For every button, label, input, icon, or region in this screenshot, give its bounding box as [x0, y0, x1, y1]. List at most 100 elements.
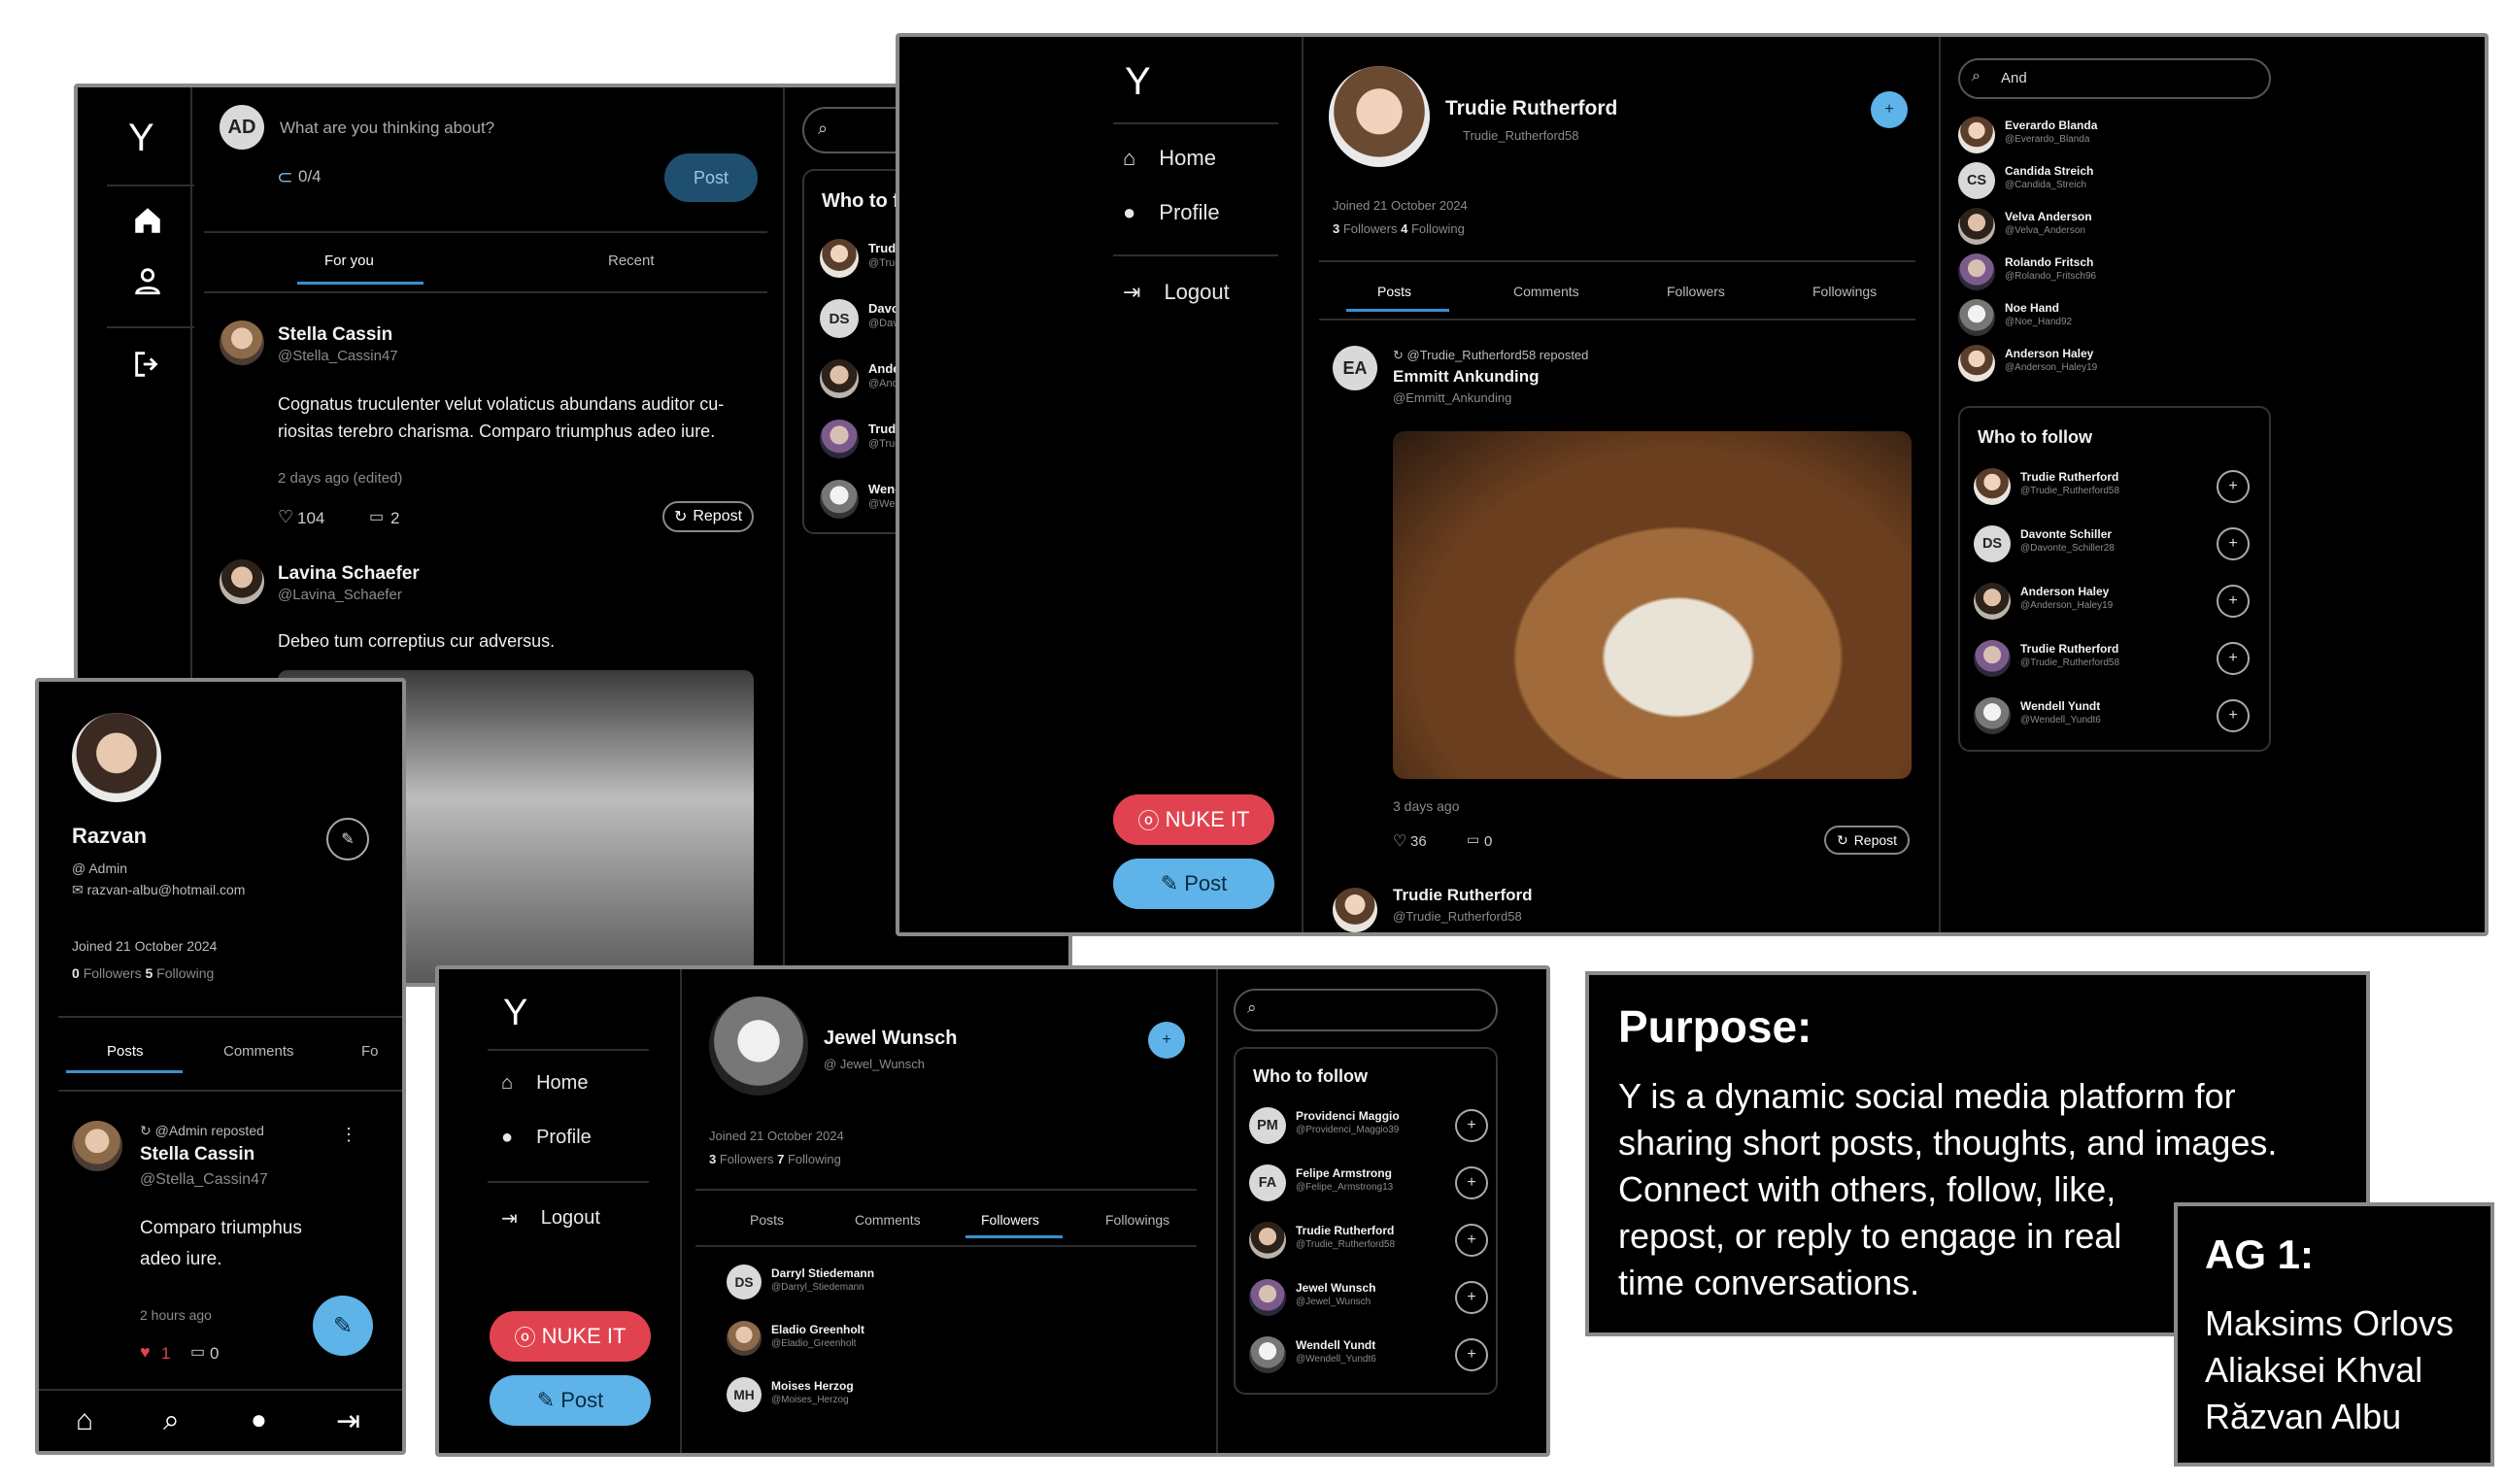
avatar[interactable]: DS — [727, 1265, 762, 1299]
composer-post-button[interactable]: Post — [664, 153, 758, 202]
follow-user-button[interactable]: + — [1455, 1166, 1488, 1199]
user-name[interactable]: Velva Anderson — [2005, 210, 2092, 223]
home-icon[interactable] — [131, 204, 164, 237]
nuke-button[interactable]: ⓞ NUKE IT — [1113, 794, 1274, 845]
user-name[interactable]: Jewel Wunsch — [1296, 1281, 1375, 1295]
post-options-icon[interactable]: ⋮ — [340, 1125, 357, 1145]
tab-posts[interactable]: Posts — [1377, 284, 1411, 299]
tab-followers[interactable]: Followers — [1667, 284, 1725, 299]
post-button[interactable]: ✎ Post — [490, 1375, 651, 1426]
logout-icon[interactable]: ⇥ — [336, 1404, 360, 1438]
comment-icon[interactable]: ▭ — [190, 1342, 205, 1362]
avatar[interactable] — [1958, 299, 1995, 336]
avatar[interactable] — [1974, 697, 2011, 734]
repost-button[interactable]: ↻ Repost — [1824, 826, 1910, 855]
app-logo[interactable]: Y — [503, 993, 527, 1034]
nav-logout[interactable]: ⇥ Logout — [1123, 280, 1230, 305]
post-avatar[interactable]: EA — [1333, 346, 1377, 390]
user-name[interactable]: Moises Herzog — [771, 1379, 854, 1393]
tab-recent[interactable]: Recent — [608, 253, 655, 269]
profile-icon[interactable] — [131, 264, 164, 297]
user-name[interactable]: Rolando Fritsch — [2005, 255, 2093, 269]
add-user-button[interactable]: + — [1148, 1022, 1185, 1059]
avatar[interactable]: PM — [1249, 1107, 1286, 1144]
tab-followings[interactable]: Followings — [1812, 284, 1877, 299]
edit-profile-button[interactable]: ✎ — [326, 818, 369, 860]
post-author[interactable]: Stella Cassin — [278, 324, 392, 346]
nav-profile[interactable]: ● Profile — [501, 1127, 592, 1149]
follow-user-button[interactable]: + — [2217, 642, 2250, 675]
tab-followings[interactable]: Followings — [1105, 1212, 1169, 1228]
like-icon[interactable]: ♡ — [278, 507, 293, 527]
avatar[interactable] — [1974, 583, 2011, 620]
avatar[interactable] — [1958, 208, 1995, 245]
app-logo[interactable]: Y — [128, 117, 154, 160]
search-input[interactable] — [1234, 989, 1498, 1031]
profile-icon[interactable]: ● — [251, 1404, 267, 1435]
tab-comments[interactable]: Comments — [1513, 284, 1579, 299]
avatar[interactable] — [820, 239, 859, 278]
nav-logout[interactable]: ⇥ Logout — [501, 1206, 600, 1231]
follow-user-button[interactable]: + — [2217, 470, 2250, 503]
avatar[interactable] — [1974, 468, 2011, 505]
avatar[interactable] — [1958, 117, 1995, 153]
avatar[interactable] — [220, 320, 264, 365]
post-image[interactable] — [1393, 431, 1912, 779]
avatar[interactable]: MH — [727, 1377, 762, 1412]
user-name[interactable]: Everardo Blanda — [2005, 118, 2097, 132]
post-author[interactable]: Emmitt Ankunding — [1393, 367, 1539, 387]
follow-user-button[interactable]: + — [1455, 1281, 1488, 1314]
post-author[interactable]: Stella Cassin — [140, 1144, 254, 1165]
tab-followers[interactable]: Followers — [981, 1212, 1039, 1228]
user-name[interactable]: Darryl Stiedemann — [771, 1266, 874, 1280]
user-name[interactable]: Trudie Rutherford — [2020, 470, 2118, 484]
follow-user-button[interactable]: + — [1455, 1338, 1488, 1371]
nav-home[interactable]: ⌂ Home — [1123, 146, 1216, 171]
avatar[interactable] — [1249, 1336, 1286, 1373]
followers-stat[interactable]: 0 Followers 5 Following — [72, 965, 214, 981]
user-name[interactable]: Trudie Rutherford — [2020, 642, 2118, 656]
avatar[interactable] — [1249, 1222, 1286, 1259]
avatar[interactable] — [220, 559, 264, 604]
followers-stat[interactable]: 3 Followers 7 Following — [709, 1152, 841, 1166]
user-name[interactable]: Wendell Yundt — [1296, 1338, 1375, 1352]
avatar[interactable] — [727, 1321, 762, 1356]
avatar[interactable] — [1333, 888, 1377, 932]
nav-profile[interactable]: ● Profile — [1123, 200, 1220, 225]
avatar[interactable]: FA — [1249, 1164, 1286, 1201]
follow-user-button[interactable]: + — [2217, 585, 2250, 618]
like-icon[interactable]: ♡ — [1393, 831, 1406, 851]
avatar[interactable] — [1958, 253, 1995, 290]
comment-icon[interactable]: ▭ — [369, 507, 384, 526]
post-button[interactable]: ✎ Post — [1113, 859, 1274, 909]
nav-home[interactable]: ⌂ Home — [501, 1072, 588, 1095]
composer-input[interactable]: What are you thinking about? — [280, 118, 494, 138]
app-logo[interactable]: Y — [1125, 60, 1151, 104]
follow-user-button[interactable]: + — [2217, 527, 2250, 560]
avatar[interactable] — [820, 359, 859, 398]
user-name[interactable]: Wendell Yundt — [2020, 699, 2100, 713]
tab-posts[interactable]: Posts — [750, 1212, 784, 1228]
compose-fab[interactable]: ✎ — [313, 1296, 373, 1356]
post-author[interactable]: Trudie Rutherford — [1393, 886, 1533, 905]
user-name[interactable]: Candida Streich — [2005, 164, 2093, 178]
tab-posts[interactable]: Posts — [107, 1043, 144, 1060]
tab-followers[interactable]: Fo — [361, 1043, 379, 1060]
comment-icon[interactable]: ▭ — [1467, 831, 1479, 848]
avatar[interactable]: CS — [1958, 162, 1995, 199]
repost-button[interactable]: ↻ Repost — [662, 501, 754, 532]
avatar[interactable] — [1249, 1279, 1286, 1316]
logout-icon[interactable] — [131, 348, 164, 381]
post-author[interactable]: Lavina Schaefer — [278, 563, 420, 585]
avatar[interactable] — [1974, 640, 2011, 677]
user-name[interactable]: Anderson Haley — [2005, 347, 2093, 360]
like-icon[interactable]: ♥ — [140, 1342, 151, 1363]
tab-comments[interactable]: Comments — [855, 1212, 921, 1228]
attachment-icon[interactable]: ⊂ — [277, 165, 293, 189]
tab-comments[interactable]: Comments — [223, 1043, 294, 1060]
tab-for-you[interactable]: For you — [324, 253, 374, 269]
avatar[interactable] — [820, 420, 859, 458]
avatar[interactable] — [72, 1121, 122, 1171]
avatar[interactable]: DS — [1974, 525, 2011, 562]
follow-user-button[interactable]: + — [1455, 1224, 1488, 1257]
